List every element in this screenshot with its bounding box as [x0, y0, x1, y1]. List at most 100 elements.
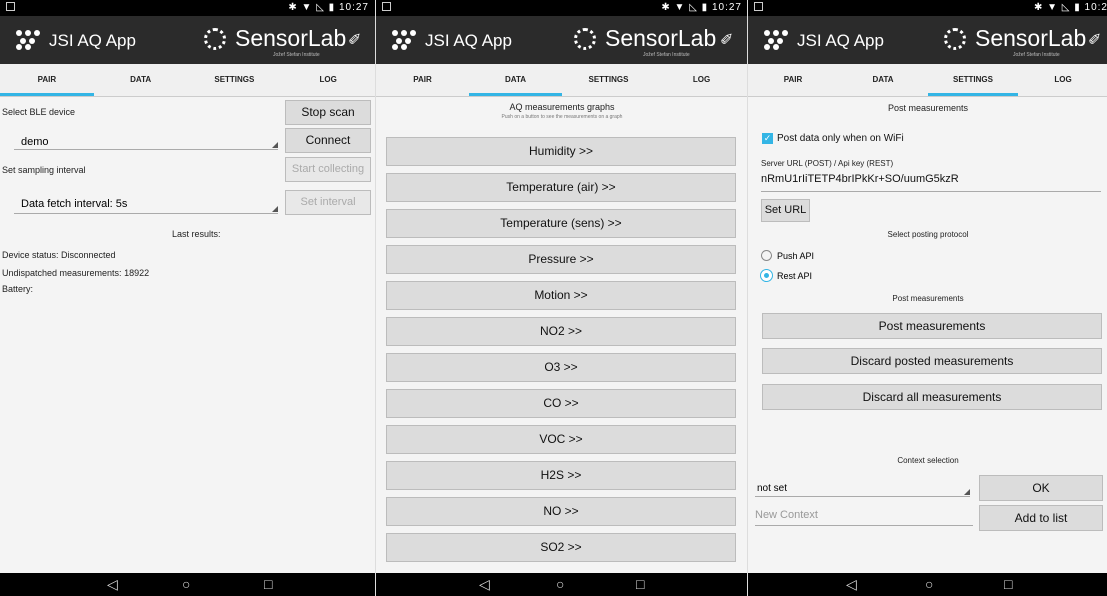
brand-name: SensorLab — [605, 25, 717, 51]
brand-subtitle: Jožef Stefan Institute — [1013, 52, 1060, 58]
back-icon[interactable]: ◁ — [846, 576, 857, 593]
sensorlab-logo-icon — [204, 28, 226, 50]
tab-pair[interactable]: PAIR — [0, 64, 94, 96]
context-value: not set — [757, 483, 788, 494]
clock: 10:27 — [338, 2, 369, 13]
rest-api-label: Rest API — [777, 271, 813, 281]
brand-subtitle: Jožef Stefan Institute — [643, 52, 690, 58]
graph-button[interactable]: VOC >> — [386, 425, 736, 454]
graph-button[interactable]: Temperature (air) >> — [386, 173, 736, 202]
device-status-text: Device status: Disconnected — [2, 250, 116, 260]
push-api-label: Push API — [777, 251, 815, 261]
settings-screen: ✱ ▼ ◺ ▮ 10:2 JSI AQ App SensorLab Jožef … — [747, 0, 1107, 596]
clock: 10:27 — [711, 2, 742, 13]
connect-button[interactable]: Connect — [285, 128, 371, 153]
context-spinner[interactable]: not set — [755, 478, 970, 497]
set-interval-button[interactable]: Set interval — [285, 190, 371, 215]
tab-log[interactable]: LOG — [655, 64, 748, 96]
start-collecting-button[interactable]: Start collecting — [285, 157, 371, 182]
device-spinner[interactable]: demo — [14, 129, 278, 150]
graph-button[interactable]: O3 >> — [386, 353, 736, 382]
tab-bar: PAIR DATA SETTINGS LOG — [748, 64, 1107, 97]
status-icons: ✱ ▼ ◺ ▮ — [288, 2, 336, 13]
graph-button[interactable]: Motion >> — [386, 281, 736, 310]
tab-pair[interactable]: PAIR — [748, 64, 838, 96]
notification-icon — [382, 2, 391, 11]
new-context-input[interactable]: New Context — [755, 509, 973, 526]
wifi-checkbox[interactable]: ✓ — [762, 133, 773, 144]
app-logo-icon — [764, 30, 790, 50]
dropdown-icon — [272, 142, 278, 148]
wrench-icon[interactable]: ✐ — [720, 30, 733, 50]
graph-button[interactable]: Humidity >> — [386, 137, 736, 166]
interval-value: Data fetch interval: 5s — [21, 198, 128, 210]
discard-posted-button[interactable]: Discard posted measurements — [762, 348, 1102, 374]
dropdown-icon — [272, 206, 278, 212]
wrench-icon[interactable]: ✐ — [348, 30, 361, 50]
device-value: demo — [21, 136, 49, 148]
tab-data[interactable]: DATA — [469, 64, 562, 96]
wifi-only-label: Post data only when on WiFi — [777, 133, 904, 144]
graphs-subheading: Push on a button to see the measurements… — [501, 114, 623, 120]
discard-all-button[interactable]: Discard all measurements — [762, 384, 1102, 410]
nav-bar: ◁ ○ □ — [748, 573, 1107, 596]
tab-pair[interactable]: PAIR — [376, 64, 469, 96]
graph-button[interactable]: NO >> — [386, 497, 736, 526]
app-title: JSI AQ App — [797, 31, 884, 50]
nav-bar: ◁ ○ □ — [0, 573, 375, 596]
app-bar: JSI AQ App SensorLab Jožef Stefan Instit… — [0, 16, 375, 64]
back-icon[interactable]: ◁ — [107, 576, 118, 593]
notification-icon — [754, 2, 763, 11]
nav-bar: ◁ ○ □ — [376, 573, 748, 596]
app-bar: JSI AQ App SensorLab Jožef Stefan Instit… — [376, 16, 748, 64]
graph-button[interactable]: NO2 >> — [386, 317, 736, 346]
status-bar: ✱ ▼ ◺ ▮ 10:27 — [376, 0, 748, 16]
tab-settings[interactable]: SETTINGS — [928, 64, 1018, 96]
tab-data[interactable]: DATA — [94, 64, 188, 96]
pair-content: Select BLE device Stop scan demo Connect… — [0, 97, 375, 573]
data-content: AQ measurements graphs Push on a button … — [376, 97, 748, 573]
graph-button[interactable]: Pressure >> — [386, 245, 736, 274]
tab-data[interactable]: DATA — [838, 64, 928, 96]
server-url-label: Server URL (POST) / Api key (REST) — [761, 159, 894, 168]
recents-icon[interactable]: □ — [1004, 576, 1012, 592]
set-url-button[interactable]: Set URL — [761, 199, 810, 222]
undispatched-text: Undispatched measurements: 18922 — [2, 268, 150, 278]
recents-icon[interactable]: □ — [636, 576, 644, 592]
rest-api-radio[interactable] — [760, 269, 773, 282]
graph-button[interactable]: CO >> — [386, 389, 736, 418]
graph-button[interactable]: Temperature (sens) >> — [386, 209, 736, 238]
wrench-icon[interactable]: ✐ — [1088, 30, 1101, 50]
interval-spinner[interactable]: Data fetch interval: 5s — [14, 189, 278, 214]
data-screen: ✱ ▼ ◺ ▮ 10:27 JSI AQ App SensorLab Jožef… — [375, 0, 748, 596]
ok-button[interactable]: OK — [979, 475, 1103, 501]
stop-scan-button[interactable]: Stop scan — [285, 100, 371, 125]
app-logo-icon — [392, 30, 418, 50]
home-icon[interactable]: ○ — [182, 576, 190, 592]
graph-button[interactable]: SO2 >> — [386, 533, 736, 562]
brand-name: SensorLab — [975, 25, 1087, 51]
back-icon[interactable]: ◁ — [479, 576, 490, 593]
add-to-list-button[interactable]: Add to list — [979, 505, 1103, 531]
server-url-input[interactable]: nRmU1rIiTETP4brIPkKr+SO/uumG5kzR — [761, 173, 1101, 192]
home-icon[interactable]: ○ — [925, 576, 933, 592]
app-bar: JSI AQ App SensorLab Jožef Stefan Instit… — [748, 16, 1107, 64]
tab-log[interactable]: LOG — [281, 64, 375, 96]
tab-log[interactable]: LOG — [1018, 64, 1107, 96]
status-icons: ✱ ▼ ◺ ▮ — [1033, 2, 1081, 13]
graph-button[interactable]: H2S >> — [386, 461, 736, 490]
post-measurements-button[interactable]: Post measurements — [762, 313, 1102, 339]
last-results-label: Last results: — [172, 229, 221, 239]
sampling-interval-label: Set sampling interval — [2, 165, 86, 175]
recents-icon[interactable]: □ — [264, 576, 272, 592]
push-api-radio[interactable] — [761, 250, 772, 261]
tab-bar: PAIR DATA SETTINGS LOG — [376, 64, 748, 97]
settings-content: Post measurements ✓ Post data only when … — [748, 97, 1107, 573]
tab-settings[interactable]: SETTINGS — [188, 64, 282, 96]
tab-settings[interactable]: SETTINGS — [562, 64, 655, 96]
app-title: JSI AQ App — [425, 31, 512, 50]
app-logo-icon — [16, 30, 42, 50]
status-icons: ✱ ▼ ◺ ▮ — [661, 2, 709, 13]
brand-subtitle: Jožef Stefan Institute — [273, 52, 320, 58]
home-icon[interactable]: ○ — [556, 576, 564, 592]
